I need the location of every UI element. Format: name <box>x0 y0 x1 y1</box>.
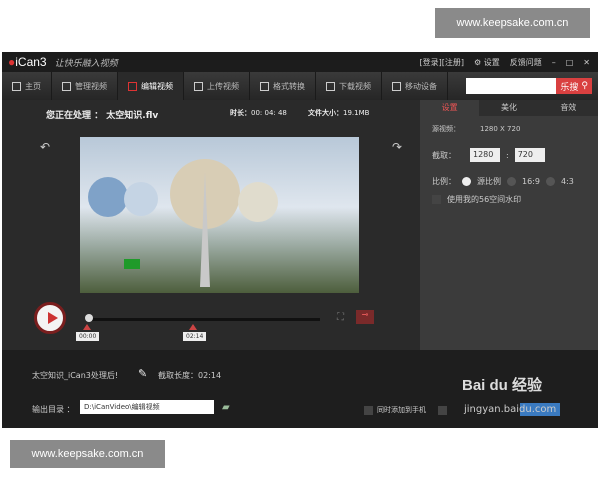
maximize-icon[interactable]: □ <box>566 58 574 67</box>
ratio-16-9-radio[interactable] <box>507 177 516 186</box>
tab-mobile[interactable]: 移动设备 <box>382 72 448 100</box>
manage-icon <box>62 81 71 91</box>
ratio-4-3-radio[interactable] <box>545 177 555 186</box>
baidu-url: jingyan.baidu.com <box>460 403 561 416</box>
tab-download[interactable]: 下载视频 <box>316 72 382 100</box>
output-dir-input[interactable]: D:\iCanVideo\编辑视频 <box>80 400 214 414</box>
processing-info: 您正在处理 ： 太空知识.flv <box>46 111 159 121</box>
tab-manage[interactable]: 管理视频 <box>52 72 118 100</box>
tab-beautify[interactable]: 美化 <box>479 100 538 116</box>
tab-upload[interactable]: 上传视频 <box>184 72 250 100</box>
start-marker[interactable] <box>83 324 91 330</box>
rotate-left-icon[interactable]: ↶ <box>40 140 50 154</box>
source-resolution: 1280 X 720 <box>480 125 521 133</box>
file-size: 文件大小：19.1MB <box>308 109 370 117</box>
title-bar: ●iCan3 让快乐融入视频 [登录][注册] ⚙ 设置 反馈问题 – □ ✕ <box>2 52 598 72</box>
watermark-option-label: 使用我的56空间水印 <box>447 195 522 204</box>
output-name: 太空知识_iCan3处理后! <box>32 371 119 380</box>
file-name[interactable]: 太空知识.flv <box>106 111 158 121</box>
download-icon <box>326 81 335 91</box>
search-input[interactable] <box>466 78 557 94</box>
pencil-icon[interactable]: ✎ <box>138 367 147 380</box>
search-button[interactable]: 乐搜 ⚲ <box>556 78 592 94</box>
app-window: ●iCan3 让快乐融入视频 [登录][注册] ⚙ 设置 反馈问题 – □ ✕ … <box>2 52 598 428</box>
start-time: 00:00 <box>76 332 100 341</box>
search-icon: ⚲ <box>581 81 588 91</box>
planet <box>124 182 158 216</box>
search-bar: 乐搜 ⚲ <box>466 78 592 94</box>
sync-phone-checkbox[interactable] <box>364 405 373 415</box>
watermark-checkbox[interactable] <box>432 195 441 204</box>
tab-audio[interactable]: 音效 <box>539 100 598 116</box>
play-button[interactable] <box>34 302 66 334</box>
timeline-track[interactable] <box>88 318 320 321</box>
edit-icon <box>128 81 137 91</box>
fullscreen-icon[interactable]: ⛶ <box>337 312 344 323</box>
minimize-icon[interactable]: – <box>552 58 556 67</box>
login-link[interactable]: [登录] <box>420 58 442 67</box>
end-time: 02:14 <box>183 332 207 341</box>
crop-handle[interactable] <box>124 259 140 269</box>
tab-home[interactable]: 主页 <box>2 72 52 100</box>
crop-width-input[interactable]: 1280 <box>470 148 500 162</box>
checkbox[interactable] <box>438 405 447 415</box>
bottom-bar: 太空知识_iCan3处理后! ✎ 截取长度：02:14 输出目录 ： D:\iC… <box>2 350 598 428</box>
baidu-logo: Bai du 经验 <box>462 377 543 394</box>
slogan: 让快乐融入视频 <box>54 58 118 69</box>
ratio-label: 比例： <box>432 177 456 186</box>
app-logo: ●iCan3 <box>8 55 47 69</box>
duration: 时长：00: 04: 48 <box>230 109 287 117</box>
crop-height-input[interactable]: 720 <box>514 148 545 162</box>
clip-length: 截取长度：02:14 <box>158 371 222 380</box>
tab-convert[interactable]: 格式转换 <box>250 72 316 100</box>
mobile-icon <box>392 81 401 91</box>
feedback-link[interactable]: 反馈问题 <box>510 57 542 68</box>
tab-settings[interactable]: 设置 <box>420 100 480 116</box>
planet <box>88 177 128 217</box>
gear-icon: ⚙ <box>474 57 482 67</box>
planet <box>238 182 278 222</box>
home-icon <box>12 81 21 91</box>
sync-phone-label: 同时添加到手机 <box>377 406 426 414</box>
watermark-top: www.keepsake.com.cn <box>435 8 590 38</box>
source-label: 源视频： <box>432 125 460 133</box>
tab-edit[interactable]: 编辑视频 <box>118 72 184 100</box>
video-preview[interactable] <box>80 137 359 293</box>
output-dir-label: 输出目录 ： <box>32 405 75 414</box>
rotate-right-icon[interactable]: ↷ <box>392 140 402 154</box>
convert-icon <box>260 81 269 91</box>
upload-icon <box>194 81 203 91</box>
watermark-bottom: www.keepsake.com.cn <box>10 440 165 468</box>
cut-icon[interactable]: ⊸ <box>356 310 374 324</box>
timeline-knob[interactable] <box>85 314 93 322</box>
end-marker[interactable] <box>189 324 197 330</box>
folder-icon[interactable]: ▰ <box>222 402 230 413</box>
close-icon[interactable]: ✕ <box>583 58 590 67</box>
crop-label: 截取： <box>432 150 456 160</box>
settings-panel: 设置 美化 音效 源视频： 1280 X 720 截取： 1280:720 比例： 源比例… <box>420 100 598 350</box>
settings-button[interactable]: ⚙ 设置 <box>474 57 500 68</box>
ratio-source-radio[interactable] <box>462 177 471 186</box>
register-link[interactable]: [注册] <box>442 58 464 67</box>
